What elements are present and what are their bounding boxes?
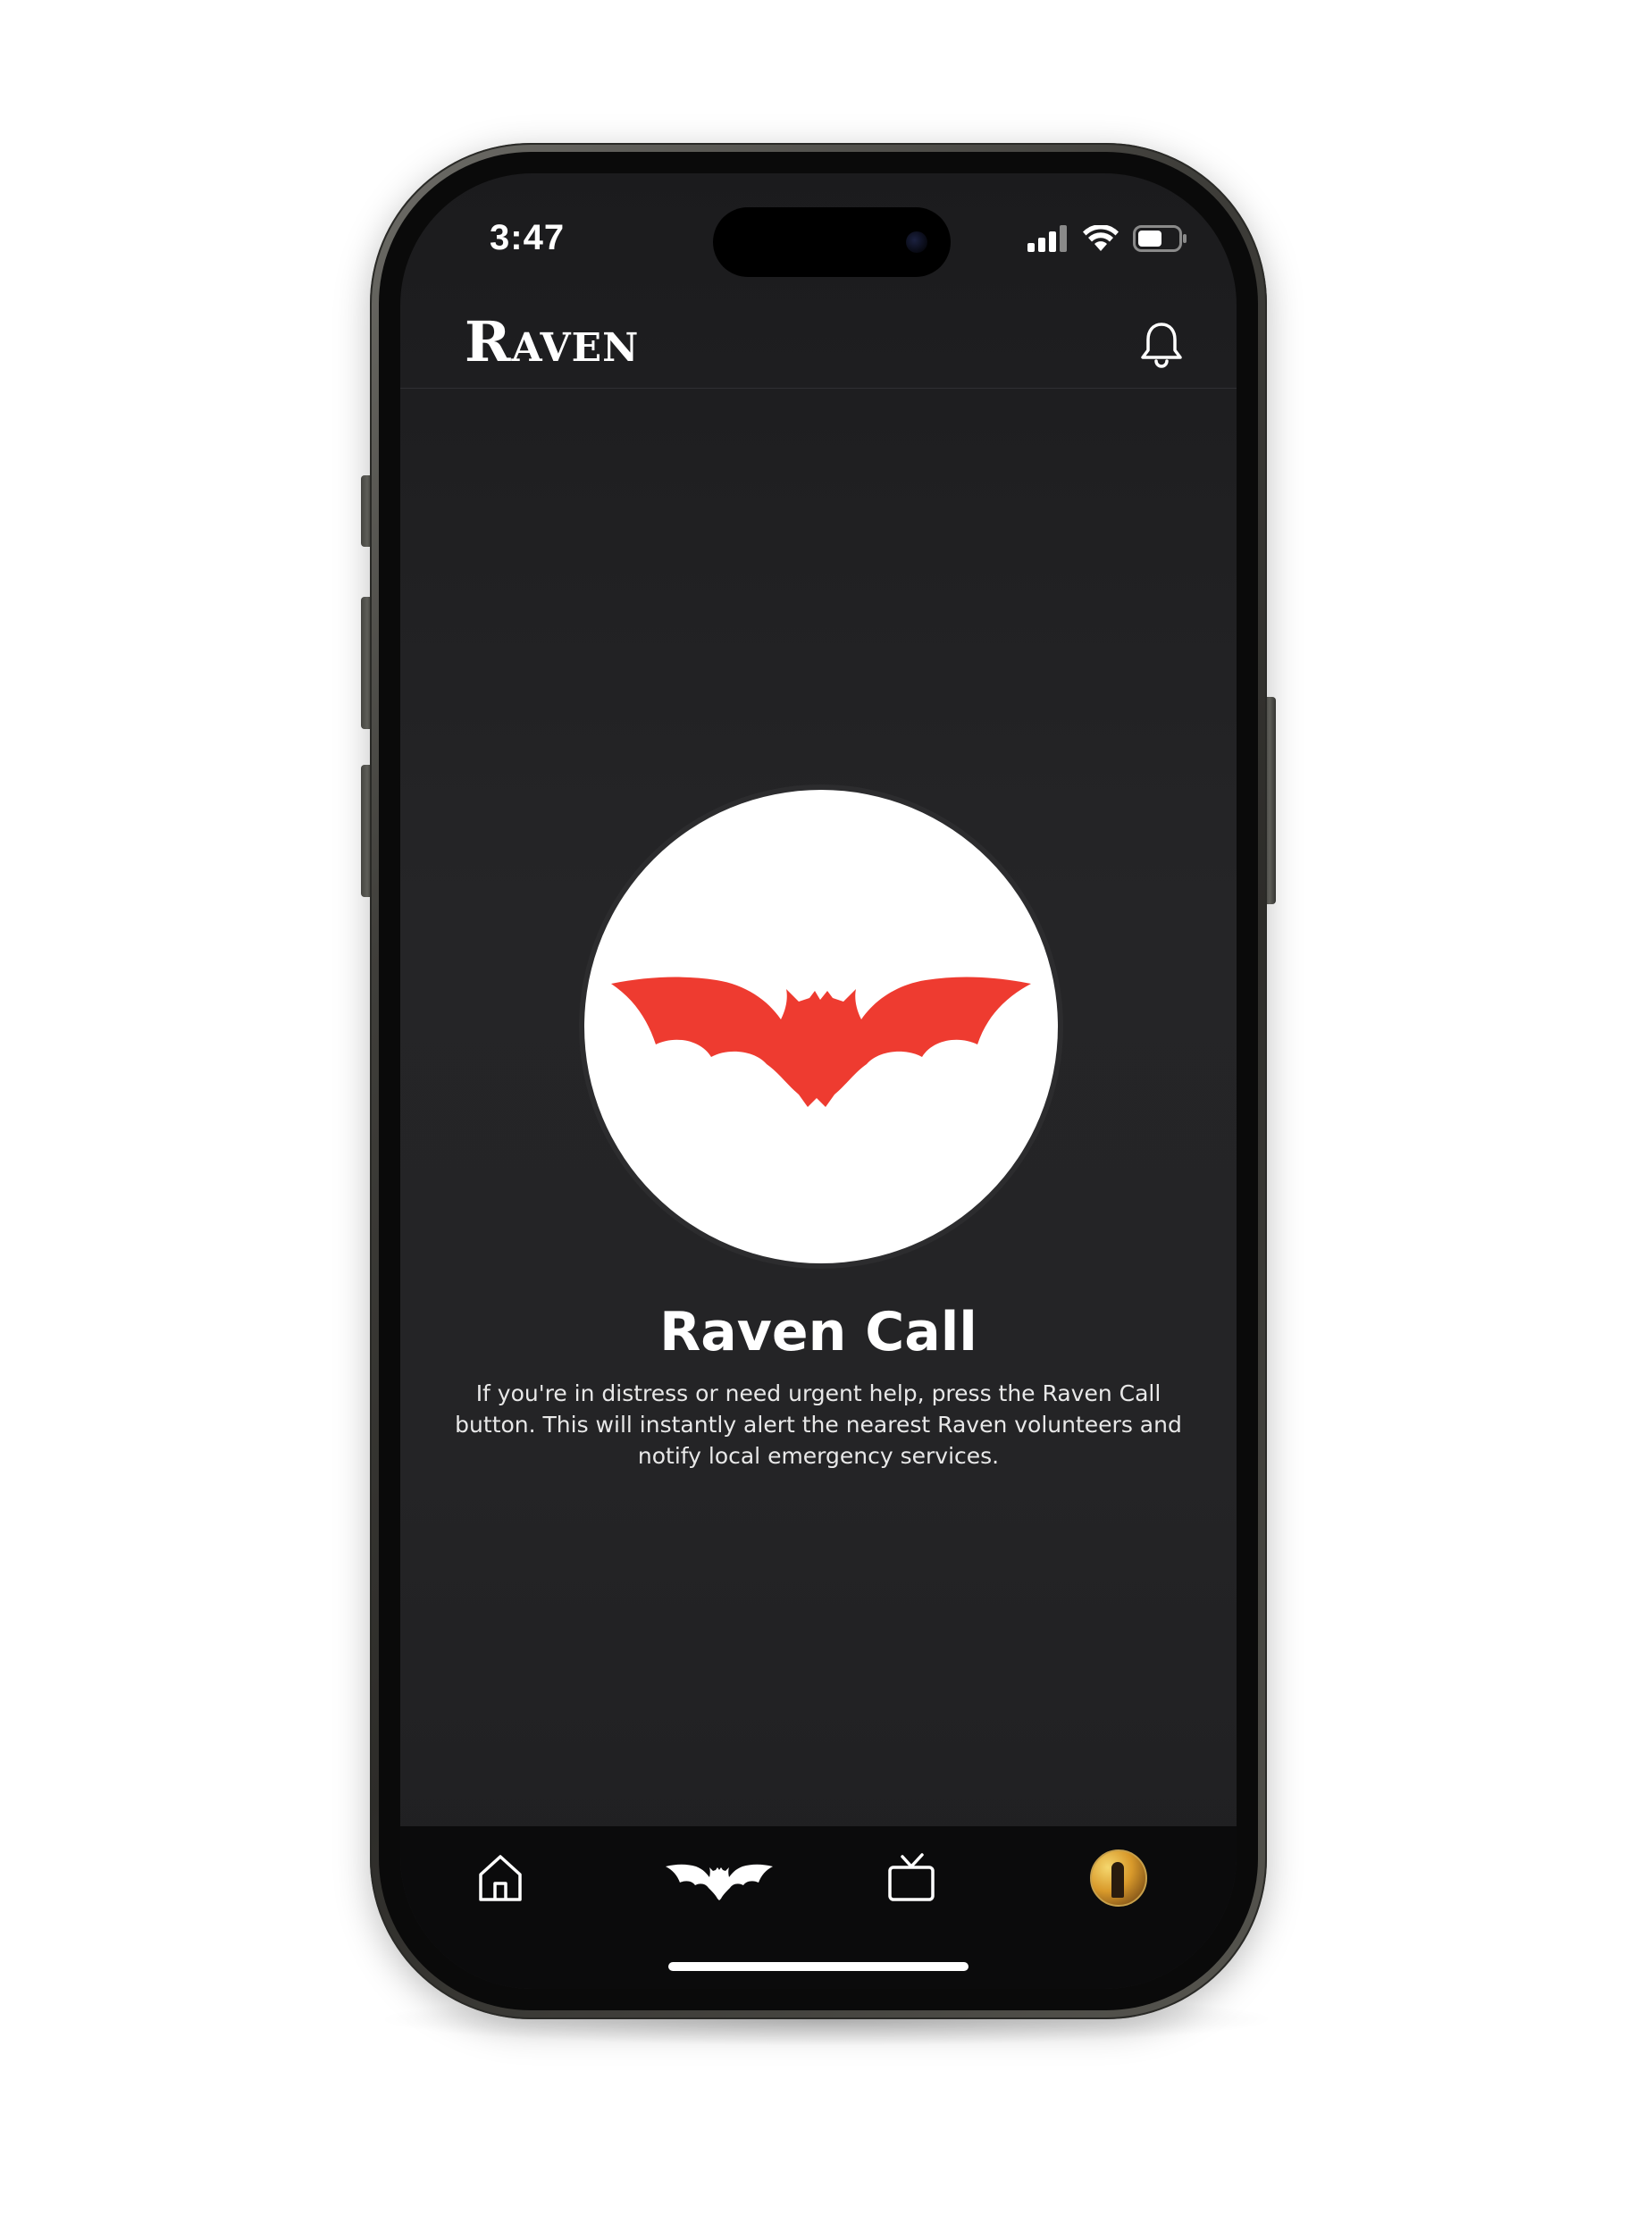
call-description: If you're in distress or need urgent hel…: [455, 1380, 1182, 1469]
status-bar: 3:47: [400, 173, 1237, 277]
raven-call-button[interactable]: [584, 790, 1058, 1263]
tab-tv[interactable]: [867, 1842, 956, 1914]
tab-profile[interactable]: [1074, 1842, 1163, 1914]
phone-frame: 3:47 RAVEN Raven Call If you're in distr…: [370, 143, 1267, 2019]
app-header: RAVEN: [400, 272, 1237, 389]
tab-home[interactable]: [456, 1842, 545, 1914]
front-camera: [906, 231, 927, 253]
logo-initial: R: [465, 309, 512, 374]
home-icon: [479, 1855, 522, 1901]
home-indicator[interactable]: [668, 1962, 969, 1971]
status-icons: [1027, 223, 1188, 254]
page-title: Raven Call: [659, 1301, 977, 1363]
tab-raven-call[interactable]: [661, 1842, 777, 1914]
status-time: 3:47: [490, 218, 566, 257]
screen: 3:47 RAVEN Raven Call If you're in distr…: [400, 173, 1237, 1989]
avatar: [1090, 1849, 1147, 1907]
dynamic-island: [713, 207, 951, 277]
stage: 3:47 RAVEN Raven Call If you're in distr…: [0, 0, 1652, 2231]
battery-icon: [1133, 225, 1187, 252]
wifi-icon: [1083, 225, 1119, 251]
bat-icon: [666, 1864, 773, 1900]
phone-bezel: 3:47 RAVEN Raven Call If you're in distr…: [379, 152, 1258, 2010]
bat-icon: [611, 977, 1031, 1107]
bell-icon[interactable]: [1138, 320, 1185, 370]
avatar-figure: [1111, 1862, 1124, 1898]
tab-bar: [400, 1826, 1237, 1989]
logo-rest: AVEN: [511, 325, 640, 371]
raven-logo: RAVEN: [465, 309, 639, 374]
tv-icon: [888, 1853, 935, 1901]
cellular-signal-icon: [1027, 225, 1067, 252]
